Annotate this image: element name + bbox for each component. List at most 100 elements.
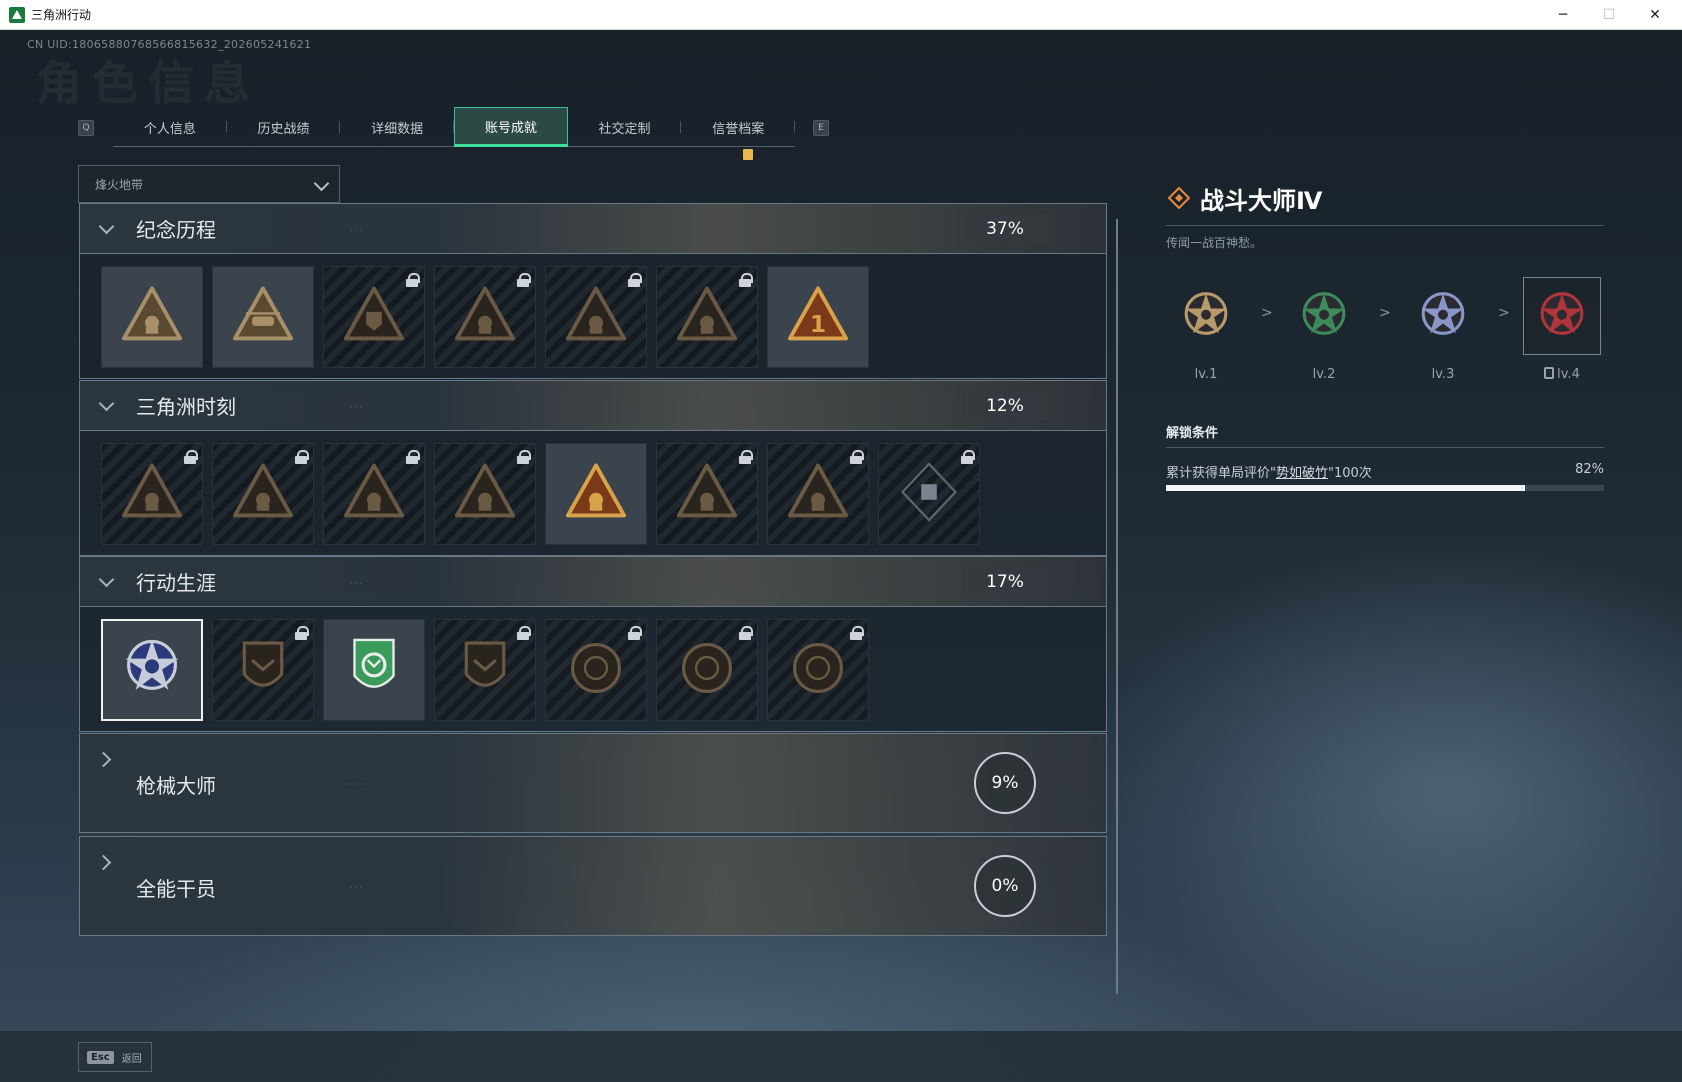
armor-triangle-badge-icon xyxy=(224,453,302,535)
divider xyxy=(1166,225,1604,226)
dragon-triangle-badge-icon xyxy=(779,453,857,535)
section-header[interactable]: 行动生涯 ··· 17% xyxy=(80,557,1106,607)
chevron-down-icon xyxy=(313,175,330,192)
level-2[interactable]: lv.2 xyxy=(1284,277,1364,382)
lock-icon xyxy=(295,626,309,640)
achievement-tile[interactable] xyxy=(767,619,869,721)
unlock-condition-text: 累计获得单局评价"势如破竹"100次 xyxy=(1166,462,1372,481)
decorative-dots: ··· xyxy=(350,226,364,235)
section-header[interactable]: 三角洲时刻 ··· 12% xyxy=(80,381,1106,431)
achievement-tile[interactable] xyxy=(323,619,425,721)
achievement-name: 战斗大师Ⅳ xyxy=(1200,187,1323,215)
level-4[interactable]: lv.4 xyxy=(1522,277,1602,382)
uid-label: CN UID:18065880768566815632_202605241621 xyxy=(27,38,312,51)
achievement-tile[interactable] xyxy=(434,619,536,721)
app-icon xyxy=(9,6,25,23)
achievement-tile[interactable] xyxy=(545,619,647,721)
close-button[interactable]: ✕ xyxy=(1632,0,1678,30)
mode-select[interactable]: 烽火地带 xyxy=(78,165,340,203)
achievement-tile[interactable] xyxy=(656,619,758,721)
achievement-tile[interactable] xyxy=(212,443,314,545)
game-viewport: 角色信息 CN UID:18065880768566815632_2026052… xyxy=(0,31,1682,1082)
next-tab-key-hint[interactable]: E xyxy=(813,120,829,136)
planet-circle-medal-icon xyxy=(557,629,635,711)
level-badge-icon xyxy=(1404,277,1482,355)
achievement-tile[interactable] xyxy=(656,266,758,368)
achievement-description: 传闻一战百神愁。 xyxy=(1166,236,1263,250)
level-label-text: lv.4 xyxy=(1557,367,1580,382)
maximize-button[interactable]: ☐ xyxy=(1586,0,1632,30)
section-header-artwork xyxy=(80,557,1106,606)
backpack-triangle-badge-icon xyxy=(113,453,191,535)
level-1[interactable]: lv.1 xyxy=(1166,277,1246,382)
achievement-tile[interactable] xyxy=(545,443,647,545)
tab-4[interactable]: 账号成就 xyxy=(454,107,568,147)
game-window: 三角洲行动 ─ ☐ ✕ 角色信息 CN UID:1806588076856681… xyxy=(0,0,1682,1082)
section-header[interactable]: 全能干员 ··· 0% xyxy=(80,837,1106,935)
dice-triangle-badge-icon xyxy=(446,453,524,535)
section-progress: 17% xyxy=(962,568,1048,596)
achievement-tile[interactable] xyxy=(323,266,425,368)
radio-soldier-badge-icon xyxy=(446,276,524,358)
section-5: 全能干员 ··· 0% xyxy=(79,836,1107,936)
section-progress: 12% xyxy=(962,392,1048,420)
background-title: 角色信息 xyxy=(36,56,260,110)
tab-3[interactable]: 详细数据 xyxy=(340,107,454,147)
achievement-tile[interactable]: 1 xyxy=(767,266,869,368)
tab-5[interactable]: 社交定制 xyxy=(568,107,682,147)
tab-6[interactable]: 信誉档案 xyxy=(681,107,795,147)
window-title: 三角洲行动 xyxy=(31,8,92,22)
achievement-tile[interactable] xyxy=(878,443,980,545)
shield-emblem-badge-icon xyxy=(335,276,413,358)
achievement-grid xyxy=(80,607,1106,731)
tab-list: 个人信息 历史战绩 详细数据 账号成就 社交定制 信誉档案 xyxy=(113,107,795,147)
level-label: lv.3 xyxy=(1403,367,1483,382)
lock-icon xyxy=(739,273,753,287)
level-3[interactable]: lv.3 xyxy=(1403,277,1483,382)
green-shield-medal-icon xyxy=(335,629,413,711)
achievement-tile[interactable] xyxy=(212,619,314,721)
lock-icon xyxy=(739,450,753,464)
level-label: lv.2 xyxy=(1284,367,1364,382)
achievement-tile[interactable] xyxy=(767,443,869,545)
prev-tab-key-hint[interactable]: Q xyxy=(78,120,94,136)
notification-dot xyxy=(743,149,753,160)
minimize-button[interactable]: ─ xyxy=(1540,0,1586,30)
achievement-tile[interactable] xyxy=(101,443,203,545)
scrollbar[interactable] xyxy=(1116,219,1118,994)
level-badge-icon xyxy=(1167,277,1245,355)
section-header[interactable]: 纪念历程 ··· 37% xyxy=(80,204,1106,254)
decorative-dots: ··· xyxy=(350,780,364,789)
section-progress-ring: 0% xyxy=(974,855,1036,917)
achievement-tile[interactable] xyxy=(545,266,647,368)
lock-icon xyxy=(1544,367,1555,379)
tab-1[interactable]: 个人信息 xyxy=(113,107,227,147)
achievement-tile[interactable] xyxy=(212,266,314,368)
achievement-tile[interactable] xyxy=(434,266,536,368)
section-title: 全能干员 xyxy=(136,877,216,901)
section-title: 纪念历程 xyxy=(136,218,216,242)
achievement-grid: 1 xyxy=(80,254,1106,378)
section-title: 枪械大师 xyxy=(136,774,216,798)
decorative-dots: ··· xyxy=(350,883,364,892)
achievement-tile[interactable] xyxy=(101,619,203,721)
section-header[interactable]: 枪械大师 ··· 9% xyxy=(80,734,1106,832)
esc-key-icon: Esc xyxy=(87,1050,114,1064)
diamond-rank-icon xyxy=(1168,187,1190,209)
achievement-tile[interactable] xyxy=(434,443,536,545)
svg-text:1: 1 xyxy=(810,310,826,338)
achievement-tile[interactable] xyxy=(656,443,758,545)
achievement-tile[interactable] xyxy=(101,266,203,368)
level-separator: > xyxy=(1261,305,1273,321)
number-one-badge-icon: 1 xyxy=(779,276,857,358)
lock-icon xyxy=(406,450,420,464)
helicopter-badge-icon xyxy=(224,276,302,358)
level-label-text: lv.3 xyxy=(1431,367,1455,382)
tab-2[interactable]: 历史战绩 xyxy=(227,107,341,147)
lock-icon xyxy=(406,273,420,287)
back-button[interactable]: Esc 返回 xyxy=(78,1042,152,1072)
section-4: 枪械大师 ··· 9% xyxy=(79,733,1107,833)
achievement-tile[interactable] xyxy=(323,443,425,545)
section-title: 行动生涯 xyxy=(136,571,216,595)
unlock-conditions-title: 解锁条件 xyxy=(1166,426,1219,441)
